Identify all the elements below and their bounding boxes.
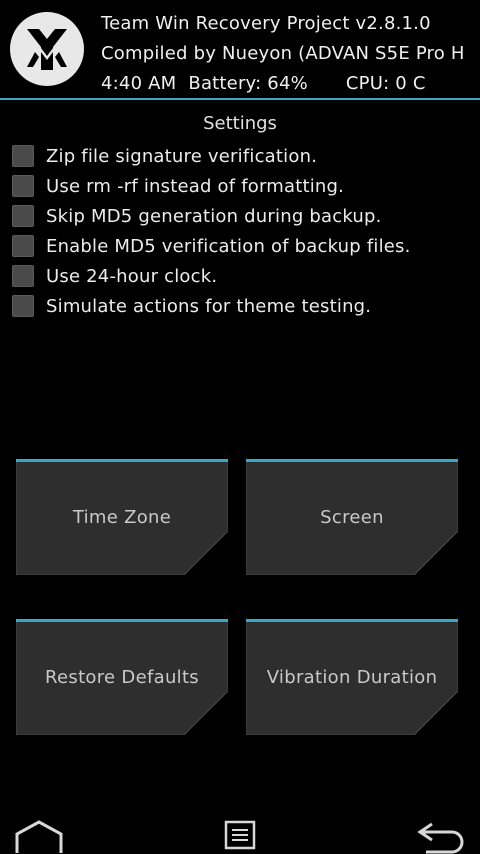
checkbox[interactable]: [12, 235, 34, 257]
app-title: Team Win Recovery Project v2.8.1.0: [101, 13, 431, 34]
twrp-logo-icon: [10, 12, 84, 86]
button-label: Screen: [320, 506, 384, 528]
button-label: Time Zone: [72, 506, 172, 528]
settings-options-list: Zip file signature verification. Use rm …: [12, 141, 472, 321]
back-icon[interactable]: [416, 820, 466, 854]
option-zip-signature-verification[interactable]: Zip file signature verification.: [12, 141, 472, 171]
console-icon[interactable]: [224, 820, 256, 850]
button-label: Restore Defaults: [45, 666, 199, 688]
option-label: Enable MD5 verification of backup files.: [46, 235, 411, 257]
battery-text: Battery: 64%: [188, 73, 308, 94]
page-title: Settings: [203, 113, 277, 134]
checkbox[interactable]: [12, 205, 34, 227]
option-use-rm-rf[interactable]: Use rm -rf instead of formatting.: [12, 171, 472, 201]
header: Team Win Recovery Project v2.8.1.0 Compi…: [0, 0, 480, 98]
bottom-nav-bar: [0, 806, 480, 854]
option-24-hour-clock[interactable]: Use 24-hour clock.: [12, 261, 472, 291]
option-skip-md5-generation[interactable]: Skip MD5 generation during backup.: [12, 201, 472, 231]
checkbox[interactable]: [12, 295, 34, 317]
option-label: Simulate actions for theme testing.: [46, 295, 372, 317]
button-label: Vibration Duration: [266, 666, 438, 688]
build-info: Compiled by Nueyon (ADVAN S5E Pro H: [101, 43, 465, 64]
option-simulate-actions[interactable]: Simulate actions for theme testing.: [12, 291, 472, 321]
vibration-duration-button[interactable]: Vibration Duration: [246, 619, 458, 735]
option-label: Use 24-hour clock.: [46, 265, 218, 287]
checkbox[interactable]: [12, 175, 34, 197]
screen-button[interactable]: Screen: [246, 459, 458, 575]
home-icon[interactable]: [14, 820, 64, 854]
restore-defaults-button[interactable]: Restore Defaults: [16, 619, 228, 735]
checkbox[interactable]: [12, 265, 34, 287]
status-line: 4:40 AM Battery: 64% CPU: 0 C: [101, 73, 426, 94]
option-label: Zip file signature verification.: [46, 145, 318, 167]
checkbox[interactable]: [12, 145, 34, 167]
clock-text: 4:40 AM: [101, 73, 177, 94]
cpu-temp-text: CPU: 0 C: [345, 73, 426, 94]
twrp-settings-screen: Team Win Recovery Project v2.8.1.0 Compi…: [0, 0, 480, 854]
option-label: Use rm -rf instead of formatting.: [46, 175, 345, 197]
header-divider: [0, 98, 480, 100]
option-label: Skip MD5 generation during backup.: [46, 205, 382, 227]
option-enable-md5-verification[interactable]: Enable MD5 verification of backup files.: [12, 231, 472, 261]
time-zone-button[interactable]: Time Zone: [16, 459, 228, 575]
